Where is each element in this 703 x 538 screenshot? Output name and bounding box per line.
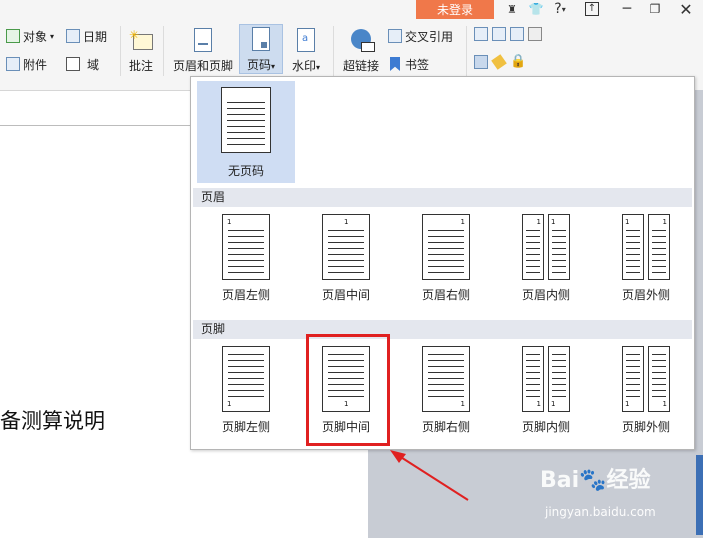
page-preview-icon: 1 xyxy=(322,214,370,280)
watermark-button[interactable]: a 水印▾ xyxy=(287,26,325,74)
header-inside-option[interactable]: 1 1 页眉内侧 xyxy=(496,214,596,303)
page-number-label: 页码 xyxy=(246,58,271,72)
option-label: 页脚外侧 xyxy=(621,420,670,434)
hyperlink-label: 超链接 xyxy=(342,59,379,73)
no-page-number-label: 无页码 xyxy=(227,164,264,178)
hyperlink-button[interactable]: 超链接 xyxy=(340,26,382,74)
header-center-option[interactable]: 1 页眉中间 xyxy=(296,214,396,303)
form-tools-row: 🔒 xyxy=(474,54,526,70)
object-label: 对象 xyxy=(23,29,48,44)
page-preview-icon: 1 xyxy=(222,214,270,280)
help-button[interactable]: ? ▾ xyxy=(546,0,574,18)
page-number-icon xyxy=(249,27,273,53)
chevron-down-icon: ▾ xyxy=(271,62,276,71)
form-controls-row xyxy=(474,27,542,41)
watermark-label: 水印 xyxy=(291,59,316,73)
text-field-icon[interactable] xyxy=(474,27,488,41)
attachment-button[interactable]: 附件 xyxy=(6,55,47,73)
highlight-box xyxy=(306,334,390,446)
field-label: 域 xyxy=(87,57,100,72)
option-label: 页眉内侧 xyxy=(521,288,570,302)
page-number-button[interactable]: 页码▾ xyxy=(239,24,283,74)
field-icon xyxy=(66,57,80,71)
minimize-icon[interactable]: ─ xyxy=(613,0,641,18)
bookmark-icon xyxy=(390,57,400,71)
watermark-icon: a xyxy=(294,28,318,54)
cross-reference-label: 交叉引用 xyxy=(405,29,454,44)
footer-inside-option[interactable]: 1 1 页脚内侧 xyxy=(496,346,596,435)
date-label: 日期 xyxy=(83,29,108,44)
option-label: 页眉左侧 xyxy=(221,288,270,302)
cross-reference-icon xyxy=(388,29,402,43)
attachment-label: 附件 xyxy=(23,57,48,72)
annotation-arrow-icon xyxy=(390,450,469,501)
chevron-down-icon: ▾ xyxy=(50,31,55,41)
page-number-dropdown: 无页码 页眉 1 页眉左侧 1 页眉中间 1 页眉右侧 1 1 页眉内侧 1 1… xyxy=(190,76,695,450)
page-number-label-row: 页码▾ xyxy=(247,56,275,73)
header-footer-icon xyxy=(191,28,215,54)
attachment-icon xyxy=(6,57,20,71)
comment-icon: ✳ xyxy=(129,28,153,54)
separator xyxy=(163,26,164,76)
shading-icon[interactable] xyxy=(474,55,488,69)
spread-preview-icon: 1 1 xyxy=(622,346,670,412)
header-footer-button[interactable]: 页眉和页脚 xyxy=(172,26,234,74)
object-button[interactable]: 对象 ▾ xyxy=(6,27,54,45)
chevron-down-icon: ▾ xyxy=(316,63,321,72)
dropdown-field-icon[interactable] xyxy=(510,27,524,41)
side-panel-tab[interactable] xyxy=(696,455,703,535)
footer-right-option[interactable]: 1 页脚右侧 xyxy=(396,346,496,435)
spread-preview-icon: 1 1 xyxy=(522,346,570,412)
option-label: 页眉右侧 xyxy=(421,288,470,302)
header-footer-label: 页眉和页脚 xyxy=(172,59,233,73)
form-icon[interactable] xyxy=(528,27,542,41)
watermark-label-row: 水印▾ xyxy=(292,57,320,74)
comment-label: 批注 xyxy=(128,59,153,73)
page-preview-icon xyxy=(221,87,271,153)
separator xyxy=(466,26,467,76)
header-section-title: 页眉 xyxy=(193,188,692,207)
page-preview-icon: 1 xyxy=(422,214,470,280)
field-button[interactable]: 域 xyxy=(66,55,99,73)
upload-icon[interactable]: ↑ xyxy=(578,0,606,18)
option-label: 页眉外侧 xyxy=(621,288,670,302)
bookmark-label: 书签 xyxy=(405,57,430,72)
header-left-option[interactable]: 1 页眉左侧 xyxy=(196,214,296,303)
separator xyxy=(333,26,334,76)
option-label: 页脚左侧 xyxy=(221,420,270,434)
footer-section-title: 页脚 xyxy=(193,320,692,339)
footer-outside-option[interactable]: 1 1 页脚外侧 xyxy=(596,346,696,435)
restore-icon[interactable]: ❐ xyxy=(641,0,669,18)
login-button[interactable]: 未登录 xyxy=(416,0,494,19)
object-icon xyxy=(6,29,20,43)
chevron-down-icon: ▾ xyxy=(561,4,566,14)
option-label: 页眉中间 xyxy=(321,288,370,302)
footer-left-option[interactable]: 1 页脚左侧 xyxy=(196,346,296,435)
option-label: 页脚右侧 xyxy=(421,420,470,434)
option-label: 页脚内侧 xyxy=(521,420,570,434)
globe-link-icon xyxy=(349,28,375,54)
page-preview-icon: 1 xyxy=(422,346,470,412)
header-outside-option[interactable]: 1 1 页眉外侧 xyxy=(596,214,696,303)
page-preview-icon: 1 xyxy=(222,346,270,412)
eraser-icon[interactable] xyxy=(491,54,507,70)
cross-reference-button[interactable]: 交叉引用 xyxy=(388,27,453,45)
comment-button[interactable]: ✳ 批注 xyxy=(126,26,156,74)
baidu-watermark-logo: Bai🐾经验 xyxy=(540,468,651,493)
document-text: 备测算说明 xyxy=(0,409,105,433)
separator xyxy=(120,26,121,76)
calendar-icon xyxy=(66,29,80,43)
spread-preview-icon: 1 1 xyxy=(622,214,670,280)
help-label: ? xyxy=(554,1,562,17)
close-icon[interactable]: ✕ xyxy=(672,0,700,19)
bookmark-button[interactable]: 书签 xyxy=(388,55,429,73)
page-margin-line xyxy=(0,125,190,126)
no-page-number-option[interactable]: 无页码 xyxy=(197,81,295,183)
date-button[interactable]: 日期 xyxy=(66,27,107,45)
checkbox-icon[interactable] xyxy=(492,27,506,41)
lock-icon[interactable]: 🔒 xyxy=(510,55,526,69)
header-right-option[interactable]: 1 页眉右侧 xyxy=(396,214,496,303)
watermark-url: jingyan.baidu.com xyxy=(545,505,656,519)
spread-preview-icon: 1 1 xyxy=(522,214,570,280)
